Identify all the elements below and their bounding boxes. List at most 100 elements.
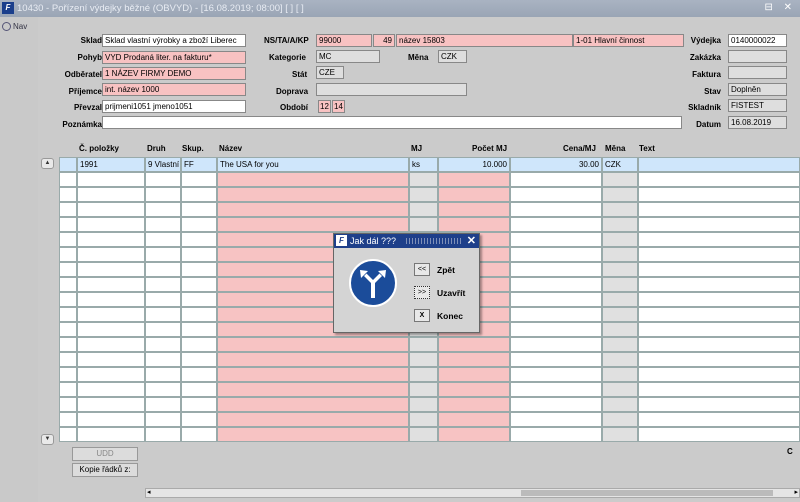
grid-cell[interactable] xyxy=(145,382,181,397)
table-row[interactable] xyxy=(59,202,800,217)
grid-cell[interactable] xyxy=(638,367,800,382)
grid-cell[interactable] xyxy=(602,412,638,427)
grid-cell[interactable] xyxy=(145,172,181,187)
grid-cell[interactable] xyxy=(602,337,638,352)
grid-cell[interactable] xyxy=(145,307,181,322)
grid-cell[interactable] xyxy=(145,292,181,307)
grid-cell[interactable] xyxy=(181,367,217,382)
grid-cell[interactable] xyxy=(217,397,409,412)
scroll-thumb[interactable] xyxy=(521,490,773,496)
scroll-down-icon[interactable]: ▼ xyxy=(41,434,54,445)
grid-cell[interactable] xyxy=(409,172,438,187)
grid-cell[interactable] xyxy=(77,187,145,202)
grid-cell[interactable] xyxy=(602,187,638,202)
cell-text[interactable] xyxy=(638,157,800,172)
grid-cell[interactable] xyxy=(77,172,145,187)
grid-cell[interactable] xyxy=(181,277,217,292)
grid-cell[interactable] xyxy=(638,322,800,337)
grid-cell[interactable] xyxy=(217,172,409,187)
grid-cell[interactable] xyxy=(638,412,800,427)
grid-cell[interactable] xyxy=(409,412,438,427)
field-sklad[interactable]: Sklad vlastní výrobky a zboží Liberec xyxy=(102,34,246,47)
grid-vertical-scrollbar[interactable]: ▲ ▼ xyxy=(41,158,54,445)
grid-cell[interactable] xyxy=(510,217,602,232)
table-row[interactable] xyxy=(59,382,800,397)
field-skladnik[interactable]: FISTEST xyxy=(728,99,787,112)
grid-cell[interactable] xyxy=(77,322,145,337)
grid-cell[interactable] xyxy=(77,262,145,277)
grid-cell[interactable] xyxy=(145,262,181,277)
grid-cell[interactable] xyxy=(77,247,145,262)
grid-cell[interactable] xyxy=(602,352,638,367)
grid-cell[interactable] xyxy=(638,172,800,187)
cell-skup[interactable]: FF xyxy=(181,157,217,172)
table-row[interactable] xyxy=(59,217,800,232)
grid-cell[interactable] xyxy=(438,202,510,217)
grid-cell[interactable] xyxy=(638,217,800,232)
grid-cell[interactable] xyxy=(438,217,510,232)
grid-cell[interactable] xyxy=(602,217,638,232)
grid-cell[interactable] xyxy=(409,427,438,442)
cell-polozky[interactable]: 1991 xyxy=(77,157,145,172)
grid-cell[interactable] xyxy=(602,367,638,382)
grid-cell[interactable] xyxy=(638,427,800,442)
field-pohyb[interactable]: VYD Prodaná liter. na fakturu* xyxy=(102,51,246,64)
cell-druh[interactable]: 9 Vlastní xyxy=(145,157,181,172)
grid-cell[interactable] xyxy=(217,187,409,202)
end-button[interactable]: X xyxy=(414,309,430,322)
table-row[interactable] xyxy=(59,367,800,382)
grid-cell[interactable] xyxy=(602,397,638,412)
copy-rows-button[interactable]: Kopie řádků z: xyxy=(72,463,138,477)
grid-cell[interactable] xyxy=(510,172,602,187)
grid-cell[interactable] xyxy=(77,217,145,232)
grid-cell[interactable] xyxy=(145,367,181,382)
grid-cell[interactable] xyxy=(409,397,438,412)
grid-cell[interactable] xyxy=(602,322,638,337)
back-button[interactable]: << xyxy=(414,263,430,276)
grid-cell[interactable] xyxy=(181,232,217,247)
grid-cell[interactable] xyxy=(409,337,438,352)
grid-cell[interactable] xyxy=(510,232,602,247)
scroll-left-icon[interactable]: ◂ xyxy=(147,489,151,497)
grid-cell[interactable] xyxy=(510,337,602,352)
grid-cell[interactable] xyxy=(59,307,77,322)
grid-cell[interactable] xyxy=(77,427,145,442)
grid-cell[interactable] xyxy=(181,217,217,232)
grid-cell[interactable] xyxy=(59,202,77,217)
grid-cell[interactable] xyxy=(181,382,217,397)
grid-cell[interactable] xyxy=(181,247,217,262)
grid-cell[interactable] xyxy=(77,277,145,292)
grid-cell[interactable] xyxy=(59,187,77,202)
grid-cell[interactable] xyxy=(438,397,510,412)
table-row[interactable] xyxy=(59,397,800,412)
grid-cell[interactable] xyxy=(59,262,77,277)
table-row[interactable] xyxy=(59,352,800,367)
grid-cell[interactable] xyxy=(59,292,77,307)
grid-cell[interactable] xyxy=(438,382,510,397)
grid-cell[interactable] xyxy=(602,292,638,307)
field-stat[interactable]: CZE xyxy=(316,66,344,79)
grid-cell[interactable] xyxy=(638,277,800,292)
grid-cell[interactable] xyxy=(638,382,800,397)
grid-cell[interactable] xyxy=(145,352,181,367)
grid-cell[interactable] xyxy=(638,307,800,322)
grid-cell[interactable] xyxy=(59,367,77,382)
dialog-close-icon[interactable]: ✕ xyxy=(467,234,476,247)
cell-cena[interactable]: 30.00 xyxy=(510,157,602,172)
grid-cell[interactable] xyxy=(181,202,217,217)
grid-cell[interactable] xyxy=(638,337,800,352)
grid-cell[interactable] xyxy=(217,382,409,397)
field-mena[interactable]: CZK xyxy=(438,50,467,63)
grid-cell[interactable] xyxy=(602,427,638,442)
grid-cell[interactable] xyxy=(217,217,409,232)
grid-cell[interactable] xyxy=(145,337,181,352)
table-row[interactable] xyxy=(59,187,800,202)
grid-cell[interactable] xyxy=(510,292,602,307)
grid-cell[interactable] xyxy=(602,382,638,397)
grid-cell[interactable] xyxy=(181,262,217,277)
grid-cell[interactable] xyxy=(181,307,217,322)
grid-cell[interactable] xyxy=(59,247,77,262)
grid-cell[interactable] xyxy=(510,427,602,442)
grid-cell[interactable] xyxy=(409,202,438,217)
field-prevzal[interactable]: prijmeni1051 jmeno1051 xyxy=(102,100,246,113)
